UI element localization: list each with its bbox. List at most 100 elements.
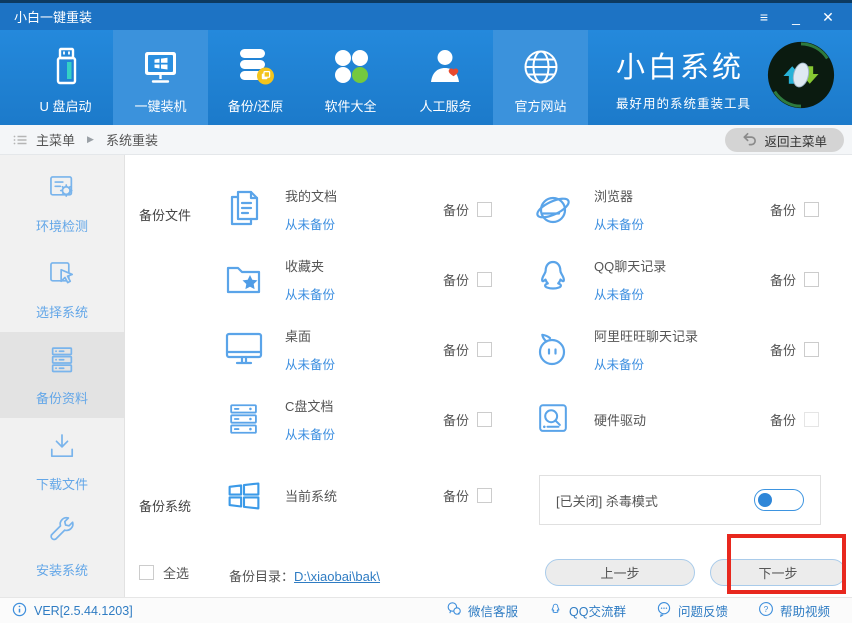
breadcrumb-current: 系统重装	[106, 130, 158, 149]
list-menu-icon	[12, 132, 28, 148]
status-link-label: QQ交流群	[569, 601, 626, 620]
backup-dir-link[interactable]: D:\xiaobai\bak\	[294, 569, 380, 584]
nav-tab-label: 官方网站	[514, 96, 566, 115]
svg-text:?: ?	[764, 604, 769, 614]
back-button-label: 返回主菜单	[764, 131, 827, 150]
backup-checkbox[interactable]	[804, 342, 819, 357]
status-link-label: 帮助视频	[780, 601, 830, 620]
nav-tab-software[interactable]: 软件大全	[303, 30, 398, 125]
item-title: 我的文档	[285, 186, 337, 205]
backup-item-qq-chat: QQ聊天记录从未备份 备份	[529, 251, 819, 307]
item-title: 桌面	[285, 326, 335, 345]
item-subtitle: 从未备份	[285, 214, 337, 233]
feedback-link[interactable]: 问题反馈	[656, 601, 728, 620]
nav-tab-label: 软件大全	[324, 96, 376, 115]
app-window: 小白一键重装 ≡ _ ✕ U 盘启动 一键装机 备份/还原	[0, 0, 852, 623]
sidebar-item-install-system[interactable]: 安装系统	[0, 504, 124, 590]
sidebar-item-label: 备份资料	[36, 388, 88, 407]
sidebar-item-download-file[interactable]: 下载文件	[0, 418, 124, 504]
env-check-icon	[45, 171, 79, 208]
backup-item-my-documents: 我的文档从未备份 备份	[220, 181, 492, 237]
backup-checkbox[interactable]	[804, 412, 819, 427]
backup-label: 备份	[443, 410, 469, 429]
feedback-icon	[656, 601, 672, 620]
desktop-icon	[220, 325, 268, 373]
monitor-windows-icon	[139, 45, 183, 89]
sidebar-item-label: 选择系统	[36, 302, 88, 321]
qq-group-link[interactable]: QQ交流群	[548, 601, 626, 620]
person-heart-icon	[424, 45, 468, 89]
c-drive-icon	[220, 395, 268, 443]
nav-tab-usb-boot[interactable]: U 盘启动	[18, 30, 113, 125]
backup-checkbox[interactable]	[477, 412, 492, 427]
menu-icon[interactable]: ≡	[754, 7, 774, 27]
backup-checkbox[interactable]	[477, 202, 492, 217]
nav-tab-official-site[interactable]: 官方网站	[493, 30, 588, 125]
info-icon	[12, 602, 27, 620]
nav-tab-backup-restore[interactable]: 备份/还原	[208, 30, 303, 125]
globe-icon	[519, 45, 563, 89]
select-all-label: 全选	[163, 563, 189, 582]
item-subtitle: 从未备份	[594, 214, 644, 233]
nav-tab-label: 备份/还原	[228, 96, 284, 115]
breadcrumb: 主菜单 ▶ 系统重装 返回主菜单	[0, 125, 852, 155]
top-nav: U 盘启动 一键装机 备份/还原 软件大全 人工服务	[0, 30, 852, 125]
qq-penguin-icon	[529, 255, 577, 303]
system-section-label: 备份系统	[139, 496, 191, 515]
status-bar: VER[2.5.44.1203] 微信客服 QQ交流群 问题反馈	[0, 597, 852, 623]
close-icon[interactable]: ✕	[818, 7, 838, 27]
nav-tab-onekey-install[interactable]: 一键装机	[113, 30, 208, 125]
usb-drive-icon	[44, 45, 88, 89]
backup-checkbox[interactable]	[477, 342, 492, 357]
brand-title: 小白系统	[616, 44, 751, 86]
brand-block: 小白系统 最好用的系统重装工具	[616, 30, 837, 125]
help-icon: ?	[758, 601, 774, 620]
wechat-support-link[interactable]: 微信客服	[446, 601, 518, 620]
prev-step-button[interactable]: 上一步	[545, 559, 695, 586]
item-title: 收藏夹	[285, 256, 335, 275]
select-all-checkbox[interactable]	[139, 565, 154, 580]
status-link-label: 问题反馈	[678, 601, 728, 620]
windows-logo-icon	[220, 471, 268, 519]
backup-checkbox[interactable]	[804, 202, 819, 217]
database-backup-icon	[234, 45, 278, 89]
backup-label: 备份	[443, 340, 469, 359]
browser-icon	[529, 185, 577, 233]
sidebar-item-env-check[interactable]: 环境检测	[0, 160, 124, 246]
wangwang-chat-icon	[529, 325, 577, 373]
backup-item-hardware-driver: 硬件驱动 备份	[529, 391, 819, 447]
help-video-link[interactable]: ? 帮助视频	[758, 601, 830, 620]
breadcrumb-separator-icon: ▶	[87, 134, 94, 145]
item-title: 当前系统	[285, 486, 337, 505]
antivirus-toggle[interactable]	[754, 489, 804, 511]
next-step-button[interactable]: 下一步	[710, 559, 846, 586]
hardware-driver-icon	[529, 395, 577, 443]
item-title: 浏览器	[594, 186, 644, 205]
antivirus-mode-label: [已关闭] 杀毒模式	[556, 491, 658, 510]
back-arrow-icon	[742, 131, 757, 149]
nav-tab-support[interactable]: 人工服务	[398, 30, 493, 125]
backup-checkbox[interactable]	[477, 272, 492, 287]
file-section-label: 备份文件	[139, 205, 191, 224]
backup-label: 备份	[443, 270, 469, 289]
folder-star-icon	[220, 255, 268, 303]
sidebar-item-select-system[interactable]: 选择系统	[0, 246, 124, 332]
backup-label: 备份	[770, 410, 796, 429]
breadcrumb-root[interactable]: 主菜单	[36, 130, 75, 149]
sidebar-item-backup-data[interactable]: 备份资料	[0, 332, 124, 418]
backup-item-browser: 浏览器从未备份 备份	[529, 181, 819, 237]
backup-checkbox[interactable]	[477, 488, 492, 503]
item-subtitle: 从未备份	[285, 424, 335, 443]
item-subtitle: 从未备份	[285, 354, 335, 373]
back-to-main-menu-button[interactable]: 返回主菜单	[725, 128, 844, 152]
step-sidebar: 环境检测 选择系统 备份资料 下载文件	[0, 155, 125, 597]
version-label: VER[2.5.44.1203]	[34, 604, 133, 618]
item-title: QQ聊天记录	[594, 256, 666, 275]
backup-item-current-system: 当前系统 备份	[220, 467, 492, 523]
minimize-icon[interactable]: _	[786, 7, 806, 27]
select-system-icon	[45, 257, 79, 294]
backup-label: 备份	[770, 340, 796, 359]
backup-item-c-drive-docs: C盘文档从未备份 备份	[220, 391, 492, 447]
backup-checkbox[interactable]	[804, 272, 819, 287]
backup-item-wangwang-chat: 阿里旺旺聊天记录从未备份 备份	[529, 321, 819, 377]
